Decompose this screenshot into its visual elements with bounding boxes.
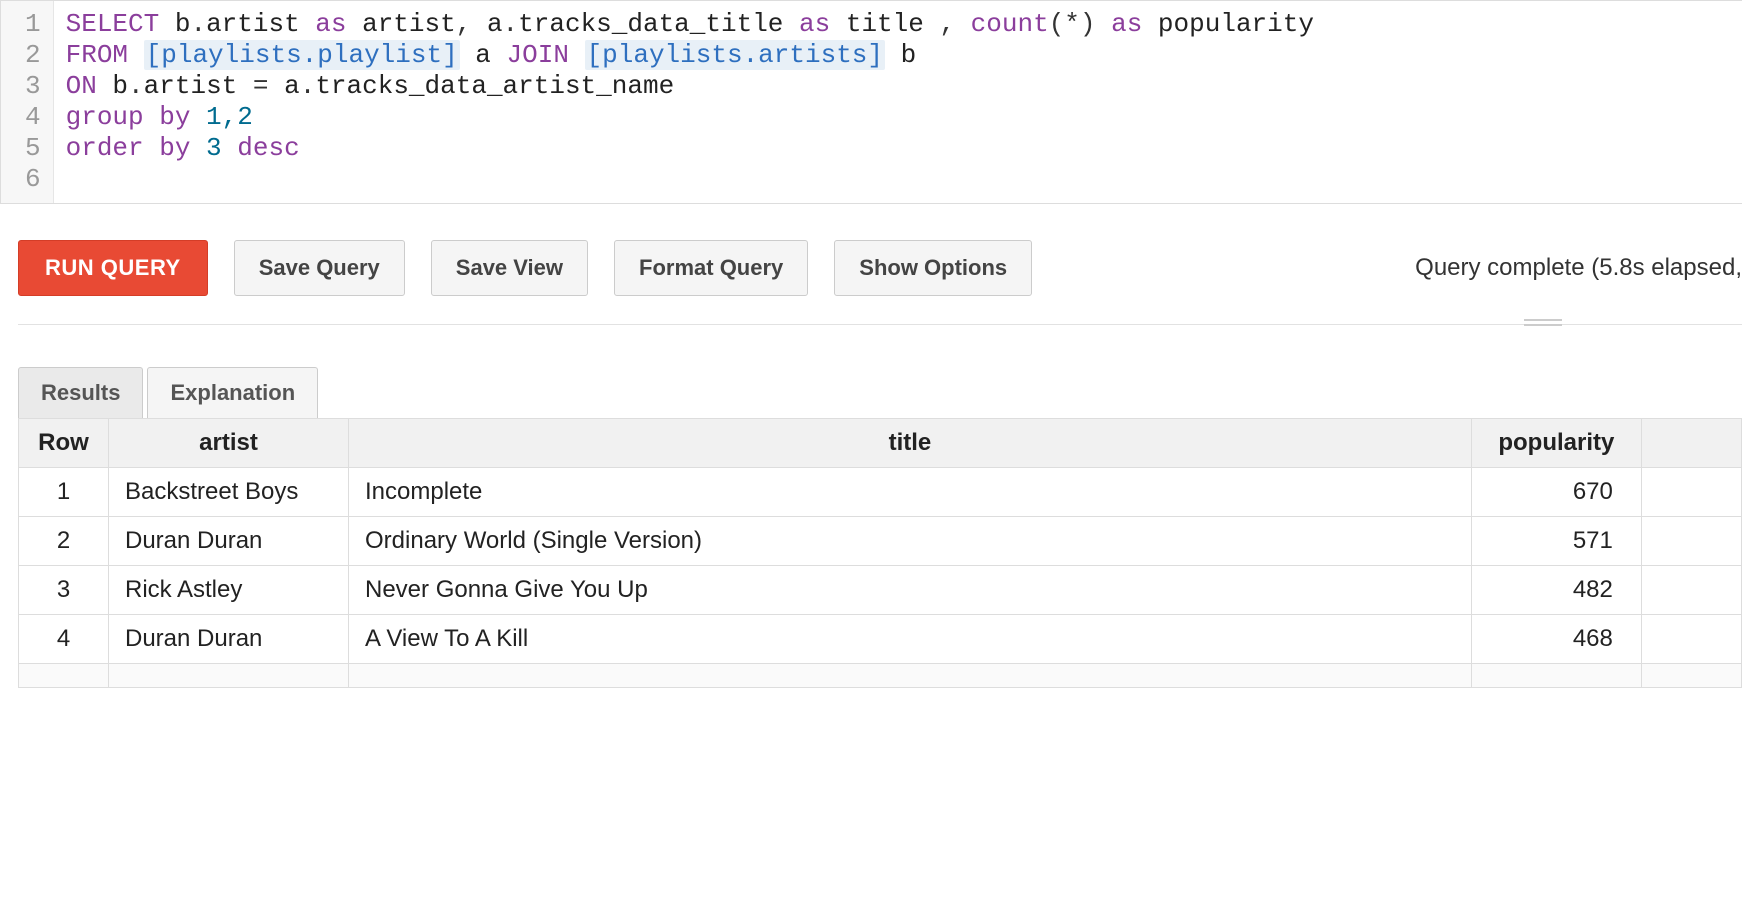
cell-rownum: 3 xyxy=(19,566,109,615)
sql-literal: 1,2 xyxy=(190,102,252,132)
col-empty xyxy=(1641,419,1741,468)
sql-text: (*) xyxy=(1049,9,1111,39)
cell-artist: Backstreet Boys xyxy=(109,468,349,517)
col-title: title xyxy=(349,419,1472,468)
format-query-button[interactable]: Format Query xyxy=(614,240,808,296)
line-number: 4 xyxy=(23,102,43,133)
sql-keyword: as xyxy=(1111,9,1142,39)
sql-keyword: JOIN xyxy=(507,40,569,70)
table-header-row: Row artist title popularity xyxy=(19,419,1742,468)
sql-text xyxy=(569,40,585,70)
sql-literal: 3 xyxy=(190,133,237,163)
cell-popularity: 571 xyxy=(1471,517,1641,566)
sql-text: a xyxy=(487,9,503,39)
sql-text xyxy=(128,40,144,70)
run-query-button[interactable]: RUN QUERY xyxy=(18,240,208,296)
sql-table: [playlists.playlist] xyxy=(144,40,460,70)
table-row: 2 Duran Duran Ordinary World (Single Ver… xyxy=(19,517,1742,566)
cell-popularity: 670 xyxy=(1471,468,1641,517)
table-row: 4 Duran Duran A View To A Kill 468 xyxy=(19,615,1742,664)
cell-rownum: 2 xyxy=(19,517,109,566)
line-number: 6 xyxy=(23,164,43,195)
table-row-empty xyxy=(19,664,1742,688)
save-view-button[interactable]: Save View xyxy=(431,240,588,296)
results-table: Row artist title popularity 1 Backstreet… xyxy=(18,418,1742,688)
sql-keyword: desc xyxy=(237,133,299,163)
sql-text: artist xyxy=(144,71,253,101)
cell-popularity: 482 xyxy=(1471,566,1641,615)
cell-artist: Rick Astley xyxy=(109,566,349,615)
line-number: 1 xyxy=(23,9,43,40)
editor-code[interactable]: SELECT b.artist as artist, a.tracks_data… xyxy=(54,1,1326,203)
sql-text: , xyxy=(939,9,970,39)
sql-text: . xyxy=(190,9,206,39)
cell-artist: Duran Duran xyxy=(109,517,349,566)
cell-title: A View To A Kill xyxy=(349,615,1472,664)
sql-text: , xyxy=(456,9,487,39)
sql-text: = xyxy=(253,71,284,101)
cell-empty xyxy=(1641,468,1741,517)
tab-explanation[interactable]: Explanation xyxy=(147,367,318,418)
cell-rownum: 4 xyxy=(19,615,109,664)
sql-keyword: SELECT xyxy=(66,9,160,39)
cell-popularity: 468 xyxy=(1471,615,1641,664)
cell-title: Incomplete xyxy=(349,468,1472,517)
sql-text: a xyxy=(284,71,300,101)
sql-text: artist xyxy=(206,9,315,39)
col-row: Row xyxy=(19,419,109,468)
save-query-button[interactable]: Save Query xyxy=(234,240,405,296)
sql-text: popularity xyxy=(1142,9,1314,39)
sql-text: artist xyxy=(347,9,456,39)
cell-empty xyxy=(1641,615,1741,664)
query-toolbar: RUN QUERY Save Query Save View Format Qu… xyxy=(0,204,1742,318)
show-options-button[interactable]: Show Options xyxy=(834,240,1032,296)
sql-function: count xyxy=(971,9,1049,39)
cell-title: Ordinary World (Single Version) xyxy=(349,517,1472,566)
sql-text: . xyxy=(300,71,316,101)
line-number: 2 xyxy=(23,40,43,71)
table-row: 3 Rick Astley Never Gonna Give You Up 48… xyxy=(19,566,1742,615)
col-artist: artist xyxy=(109,419,349,468)
sql-table: [playlists.artists] xyxy=(585,40,885,70)
cell-rownum: 1 xyxy=(19,468,109,517)
col-popularity: popularity xyxy=(1471,419,1641,468)
query-status-text: Query complete (5.8s elapsed, xyxy=(1415,254,1742,282)
sql-keyword: order xyxy=(66,133,144,163)
line-number: 5 xyxy=(23,133,43,164)
table-row: 1 Backstreet Boys Incomplete 670 xyxy=(19,468,1742,517)
line-number: 3 xyxy=(23,71,43,102)
pane-divider[interactable] xyxy=(18,324,1742,325)
sql-text: tracks_data_title xyxy=(518,9,799,39)
sql-text: a xyxy=(460,40,507,70)
sql-text xyxy=(144,133,160,163)
cell-empty xyxy=(1641,566,1741,615)
tab-results[interactable]: Results xyxy=(18,367,143,418)
sql-keyword: by xyxy=(159,133,190,163)
sql-keyword: as xyxy=(799,9,830,39)
sql-text: b xyxy=(159,9,190,39)
sql-text: . xyxy=(503,9,519,39)
editor-gutter: 1 2 3 4 5 6 xyxy=(1,1,54,203)
sql-keyword: ON xyxy=(66,71,97,101)
sql-editor[interactable]: 1 2 3 4 5 6 SELECT b.artist as artist, a… xyxy=(0,0,1742,204)
sql-keyword: group xyxy=(66,102,144,132)
cell-title: Never Gonna Give You Up xyxy=(349,566,1472,615)
cell-empty xyxy=(1641,517,1741,566)
sql-text: tracks_data_artist_name xyxy=(315,71,674,101)
sql-keyword: by xyxy=(159,102,190,132)
sql-text: b xyxy=(885,40,916,70)
cell-artist: Duran Duran xyxy=(109,615,349,664)
sql-keyword: as xyxy=(315,9,346,39)
sql-text: b xyxy=(97,71,128,101)
sql-text: . xyxy=(128,71,144,101)
sql-text xyxy=(144,102,160,132)
results-tabs: Results Explanation xyxy=(18,367,1742,418)
sql-text: title xyxy=(830,9,939,39)
sql-keyword: FROM xyxy=(66,40,128,70)
resize-grip-icon[interactable] xyxy=(1524,319,1562,329)
